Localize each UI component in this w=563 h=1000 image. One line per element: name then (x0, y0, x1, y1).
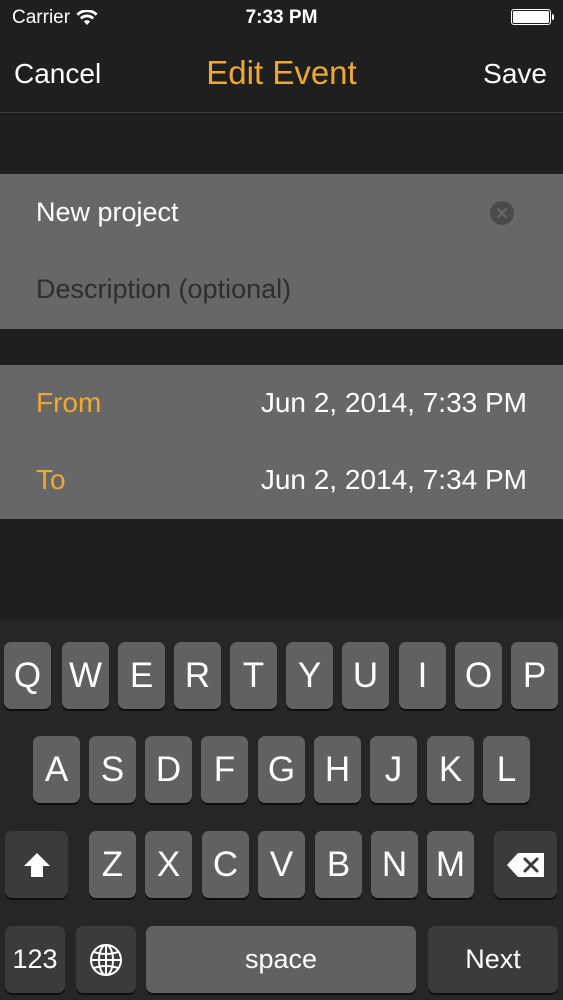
key-k[interactable]: K (427, 736, 474, 803)
event-dates-group: From Jun 2, 2014, 7:33 PM To Jun 2, 2014… (0, 365, 563, 519)
key-n[interactable]: N (371, 831, 418, 898)
key-i[interactable]: I (399, 642, 446, 709)
description-row (0, 251, 563, 328)
key-v[interactable]: V (258, 831, 305, 898)
key-b[interactable]: B (315, 831, 362, 898)
key-x[interactable]: X (145, 831, 192, 898)
key-o[interactable]: O (455, 642, 502, 709)
key-e[interactable]: E (118, 642, 165, 709)
to-value: Jun 2, 2014, 7:34 PM (260, 464, 527, 495)
keyboard: Q W E R T Y U I O P A S D F G H J K L Z … (0, 620, 563, 1000)
key-f[interactable]: F (201, 736, 248, 803)
clear-icon (496, 207, 508, 219)
key-u[interactable]: U (342, 642, 389, 709)
space-key[interactable]: space (146, 926, 416, 993)
key-c[interactable]: C (202, 831, 249, 898)
key-y[interactable]: Y (286, 642, 333, 709)
key-z[interactable]: Z (89, 831, 136, 898)
key-a[interactable]: A (33, 736, 80, 803)
globe-key[interactable] (76, 926, 136, 993)
next-key[interactable]: Next (428, 926, 558, 993)
from-row[interactable]: From Jun 2, 2014, 7:33 PM (0, 365, 563, 442)
key-m[interactable]: M (427, 831, 474, 898)
status-time: 7:33 PM (245, 7, 318, 28)
key-j[interactable]: J (370, 736, 417, 803)
to-label: To (36, 464, 66, 495)
key-q[interactable]: Q (4, 642, 51, 709)
key-w[interactable]: W (62, 642, 109, 709)
event-text-group (0, 174, 563, 329)
key-g[interactable]: G (258, 736, 305, 803)
shift-key[interactable] (5, 831, 68, 898)
key-h[interactable]: H (314, 736, 361, 803)
battery-icon (511, 9, 554, 25)
from-label: From (36, 387, 102, 418)
description-input[interactable] (36, 269, 466, 309)
key-p[interactable]: P (511, 642, 558, 709)
key-r[interactable]: R (174, 642, 221, 709)
status-bar: Carrier 7:33 PM (0, 0, 563, 38)
to-row[interactable]: To Jun 2, 2014, 7:34 PM (0, 442, 563, 519)
numbers-key[interactable]: 123 (5, 926, 65, 993)
key-l[interactable]: L (483, 736, 530, 803)
backspace-icon (506, 852, 544, 877)
page-title: Edit Event (206, 54, 357, 91)
from-value: Jun 2, 2014, 7:33 PM (260, 387, 527, 418)
key-s[interactable]: S (89, 736, 136, 803)
navigation-bar: Cancel Edit Event Save (0, 38, 563, 113)
key-t[interactable]: T (230, 642, 277, 709)
delete-key[interactable] (494, 831, 557, 898)
shift-icon (23, 852, 50, 877)
battery-level (513, 11, 549, 23)
clear-title-button[interactable] (490, 201, 514, 225)
key-d[interactable]: D (145, 736, 192, 803)
save-button[interactable]: Save (483, 58, 547, 90)
event-title-input[interactable] (36, 192, 466, 232)
title-row (0, 174, 563, 251)
globe-icon (90, 943, 122, 976)
